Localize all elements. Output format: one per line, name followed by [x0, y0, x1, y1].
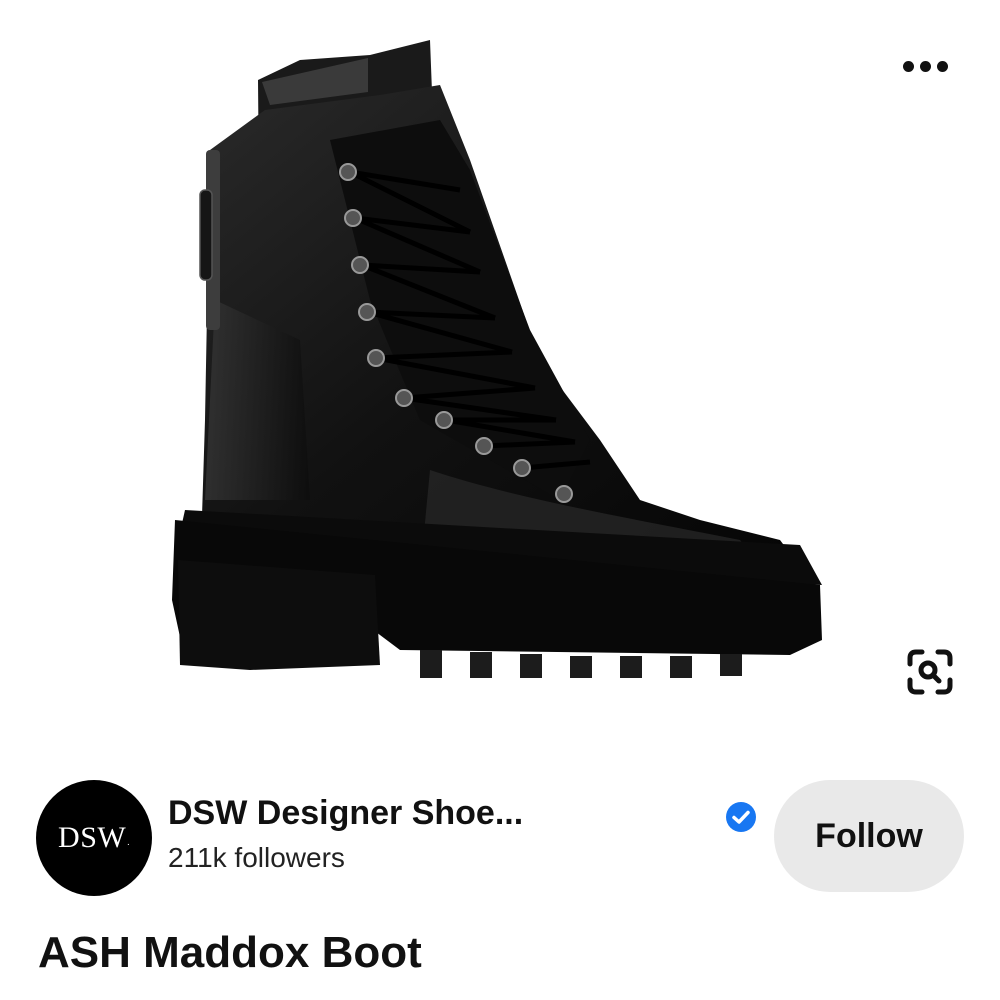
pin-title: ASH Maddox Boot [38, 928, 422, 977]
more-options-button[interactable] [892, 46, 958, 86]
visual-search-icon [907, 649, 953, 695]
creator-row: DSW. DSW Designer Shoe... 211k followers… [0, 770, 1000, 900]
more-horizontal-icon-dot [936, 60, 948, 72]
pin-image[interactable] [0, 0, 1000, 740]
verified-badge-icon [726, 802, 756, 832]
more-horizontal-icon-dot [919, 60, 931, 72]
avatar-logo-text: DSW [58, 821, 127, 854]
creator-name[interactable]: DSW Designer Shoe... [168, 794, 523, 833]
more-horizontal-icon [902, 60, 914, 72]
boot-image [172, 40, 822, 678]
follower-count: 211k followers [168, 842, 345, 873]
visual-search-button[interactable] [898, 640, 962, 704]
avatar-logo-dot: . [127, 837, 130, 847]
follow-button[interactable]: Follow [774, 780, 964, 892]
creator-avatar[interactable]: DSW. [36, 780, 152, 896]
